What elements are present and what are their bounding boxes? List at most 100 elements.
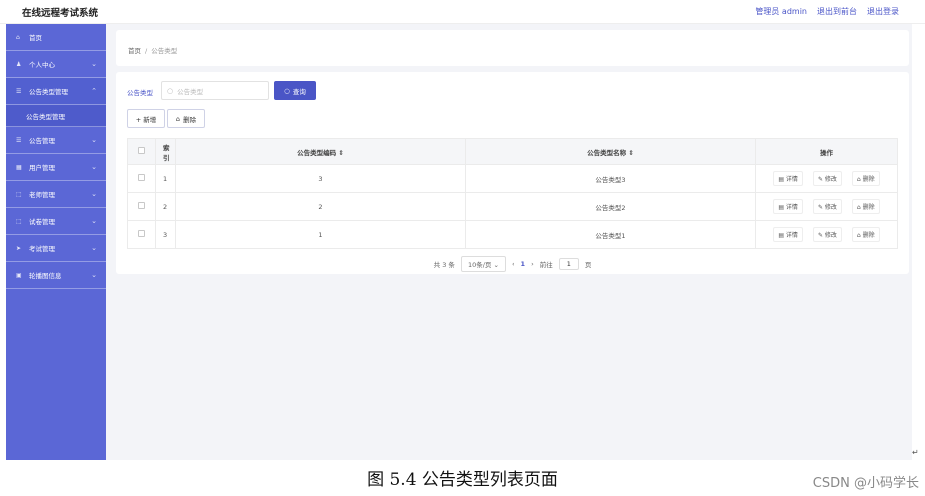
sidebar-item-home[interactable]: ⌂ 首页 bbox=[6, 24, 106, 51]
search-label: 公告类型 bbox=[127, 89, 153, 97]
sidebar-subitem-notice-type[interactable]: 公告类型管理 bbox=[6, 105, 106, 127]
row-index: 3 bbox=[155, 220, 176, 249]
sidebar-item-label: 试卷管理 bbox=[29, 218, 55, 226]
sidebar-item-exam-mgmt[interactable]: ➤ 考试管理 ⌄ bbox=[6, 235, 106, 262]
pagination: 共 3 条 10条/页 ⌄ ‹ 1 › 前往 1 页 bbox=[116, 256, 909, 272]
search-icon: ○ bbox=[284, 86, 290, 95]
admin-label: 管理员 admin bbox=[755, 7, 807, 16]
table-row: 3 1 公告类型1 ▤ 详情 ✎ 修改 ⌂ 删除 bbox=[127, 220, 898, 249]
main-area: 首页 / 公告类型 公告类型 ○ 公告类型 ○ 查询 + 新增 ⌂ 删除 索引 公告… bbox=[106, 24, 912, 460]
user-icon: ♟ bbox=[16, 60, 22, 68]
next-page-button[interactable]: › bbox=[531, 260, 534, 268]
sidebar-item-paper-mgmt[interactable]: ⬚ 试卷管理 ⌄ bbox=[6, 208, 106, 235]
breadcrumb-separator: / bbox=[145, 47, 148, 55]
goto-label: 前往 bbox=[539, 261, 553, 269]
header-ops: 操作 bbox=[755, 138, 898, 165]
query-button-label: 查询 bbox=[292, 87, 306, 96]
row-delete-button[interactable]: ⌂ 删除 bbox=[851, 227, 880, 242]
prev-page-button[interactable]: ‹ bbox=[512, 260, 515, 268]
row-checkbox[interactable] bbox=[138, 202, 145, 209]
edit-label: 修改 bbox=[824, 232, 837, 239]
sidebar-item-carousel[interactable]: ▣ 轮播图信息 ⌄ bbox=[6, 262, 106, 289]
frame-icon: ⬚ bbox=[16, 190, 22, 198]
row-checkbox[interactable] bbox=[138, 230, 145, 237]
header-code[interactable]: 公告类型编码 ⇕ bbox=[175, 138, 466, 165]
edit-icon: ✎ bbox=[817, 176, 823, 183]
sidebar-item-label: 公告管理 bbox=[29, 137, 55, 145]
query-button[interactable]: ○ 查询 bbox=[274, 81, 316, 100]
figure-caption: 图 5.4 公告类型列表页面 bbox=[367, 470, 558, 490]
chevron-up-icon: ⌃ bbox=[91, 87, 97, 95]
detail-button[interactable]: ▤ 详情 bbox=[773, 227, 803, 242]
breadcrumb-home[interactable]: 首页 bbox=[128, 47, 141, 55]
front-link[interactable]: 退出到前台 bbox=[817, 6, 857, 17]
doc-icon: ▤ bbox=[778, 204, 784, 211]
page-size-select[interactable]: 10条/页 ⌄ bbox=[460, 256, 506, 272]
delete-button[interactable]: ⌂ 删除 bbox=[167, 109, 205, 128]
row-delete-button[interactable]: ⌂ 删除 bbox=[851, 171, 880, 186]
sidebar-item-user-mgmt[interactable]: ▦ 用户管理 ⌄ bbox=[6, 154, 106, 181]
row-delete-button[interactable]: ⌂ 删除 bbox=[851, 199, 880, 214]
logout-link[interactable]: 退出登录 bbox=[867, 6, 899, 17]
frame-icon: ⬚ bbox=[16, 217, 22, 225]
chevron-down-icon: ⌄ bbox=[493, 261, 499, 269]
header-index: 索引 bbox=[155, 138, 176, 165]
header-code-label: 公告类型编码 bbox=[297, 148, 337, 157]
sidebar-item-notice-type-mgmt[interactable]: ☰ 公告类型管理 ⌃ bbox=[6, 78, 106, 105]
row-ops: ▤ 详情 ✎ 修改 ⌂ 删除 bbox=[755, 220, 898, 249]
select-all-cell bbox=[127, 138, 156, 165]
chevron-down-icon: ⌄ bbox=[91, 271, 97, 279]
detail-label: 详情 bbox=[785, 176, 798, 183]
current-page[interactable]: 1 bbox=[521, 260, 526, 268]
row-name: 公告类型3 bbox=[465, 164, 756, 193]
sidebar-item-label: 老师管理 bbox=[29, 191, 55, 199]
search-input[interactable]: ○ 公告类型 bbox=[161, 81, 269, 100]
edit-button[interactable]: ✎ 修改 bbox=[812, 199, 842, 214]
row-select-cell bbox=[127, 220, 156, 249]
sidebar-item-label: 轮播图信息 bbox=[29, 272, 62, 280]
edit-icon: ✎ bbox=[817, 232, 823, 239]
goto-input[interactable]: 1 bbox=[558, 258, 579, 270]
row-select-cell bbox=[127, 164, 156, 193]
sidebar-item-label: 公告类型管理 bbox=[29, 88, 68, 96]
select-all-checkbox[interactable] bbox=[138, 147, 145, 154]
chevron-down-icon: ⌄ bbox=[91, 244, 97, 252]
row-select-cell bbox=[127, 192, 156, 221]
table-header-row: 索引 公告类型编码 ⇕ 公告类型名称 ⇕ 操作 bbox=[127, 138, 898, 165]
row-code: 1 bbox=[175, 220, 466, 249]
page-size-value: 10条/页 bbox=[467, 261, 492, 269]
trash-icon: ⌂ bbox=[856, 232, 861, 239]
sidebar-item-label: 用户管理 bbox=[29, 164, 55, 172]
page-unit: 页 bbox=[584, 261, 592, 269]
table-row: 1 3 公告类型3 ▤ 详情 ✎ 修改 ⌂ 删除 bbox=[127, 164, 898, 193]
detail-button[interactable]: ▤ 详情 bbox=[773, 199, 803, 214]
grid-icon: ▦ bbox=[16, 163, 22, 171]
add-button[interactable]: + 新增 bbox=[127, 109, 165, 128]
search-placeholder: 公告类型 bbox=[177, 87, 204, 96]
sidebar-item-label: 个人中心 bbox=[29, 61, 55, 69]
edit-button[interactable]: ✎ 修改 bbox=[812, 171, 842, 186]
total-count: 共 3 条 bbox=[433, 261, 455, 269]
chevron-down-icon: ⌄ bbox=[91, 60, 97, 68]
sidebar-item-teacher-mgmt[interactable]: ⬚ 老师管理 ⌄ bbox=[6, 181, 106, 208]
sidebar-item-notice-mgmt[interactable]: ☰ 公告管理 ⌄ bbox=[6, 127, 106, 154]
list-icon: ☰ bbox=[16, 87, 22, 95]
image-icon: ▣ bbox=[16, 271, 22, 279]
breadcrumb: 首页 / 公告类型 bbox=[128, 45, 177, 55]
row-checkbox[interactable] bbox=[138, 174, 145, 181]
sidebar-item-profile[interactable]: ♟ 个人中心 ⌄ bbox=[6, 51, 106, 78]
row-index: 2 bbox=[155, 192, 176, 221]
edit-button[interactable]: ✎ 修改 bbox=[812, 227, 842, 242]
row-ops: ▤ 详情 ✎ 修改 ⌂ 删除 bbox=[755, 192, 898, 221]
chevron-down-icon: ⌄ bbox=[91, 217, 97, 225]
delete-button-label: 删除 bbox=[183, 115, 197, 124]
sort-icon: ⇕ bbox=[338, 148, 344, 157]
edit-label: 修改 bbox=[824, 176, 837, 183]
sidebar-item-label: 首页 bbox=[29, 34, 42, 42]
row-delete-label: 删除 bbox=[862, 176, 875, 183]
top-bar: 在线远程考试系统 管理员 admin 退出到前台 退出登录 bbox=[0, 0, 925, 24]
row-delete-label: 删除 bbox=[862, 204, 875, 211]
detail-button[interactable]: ▤ 详情 bbox=[773, 171, 803, 186]
row-code: 3 bbox=[175, 164, 466, 193]
header-name[interactable]: 公告类型名称 ⇕ bbox=[465, 138, 756, 165]
